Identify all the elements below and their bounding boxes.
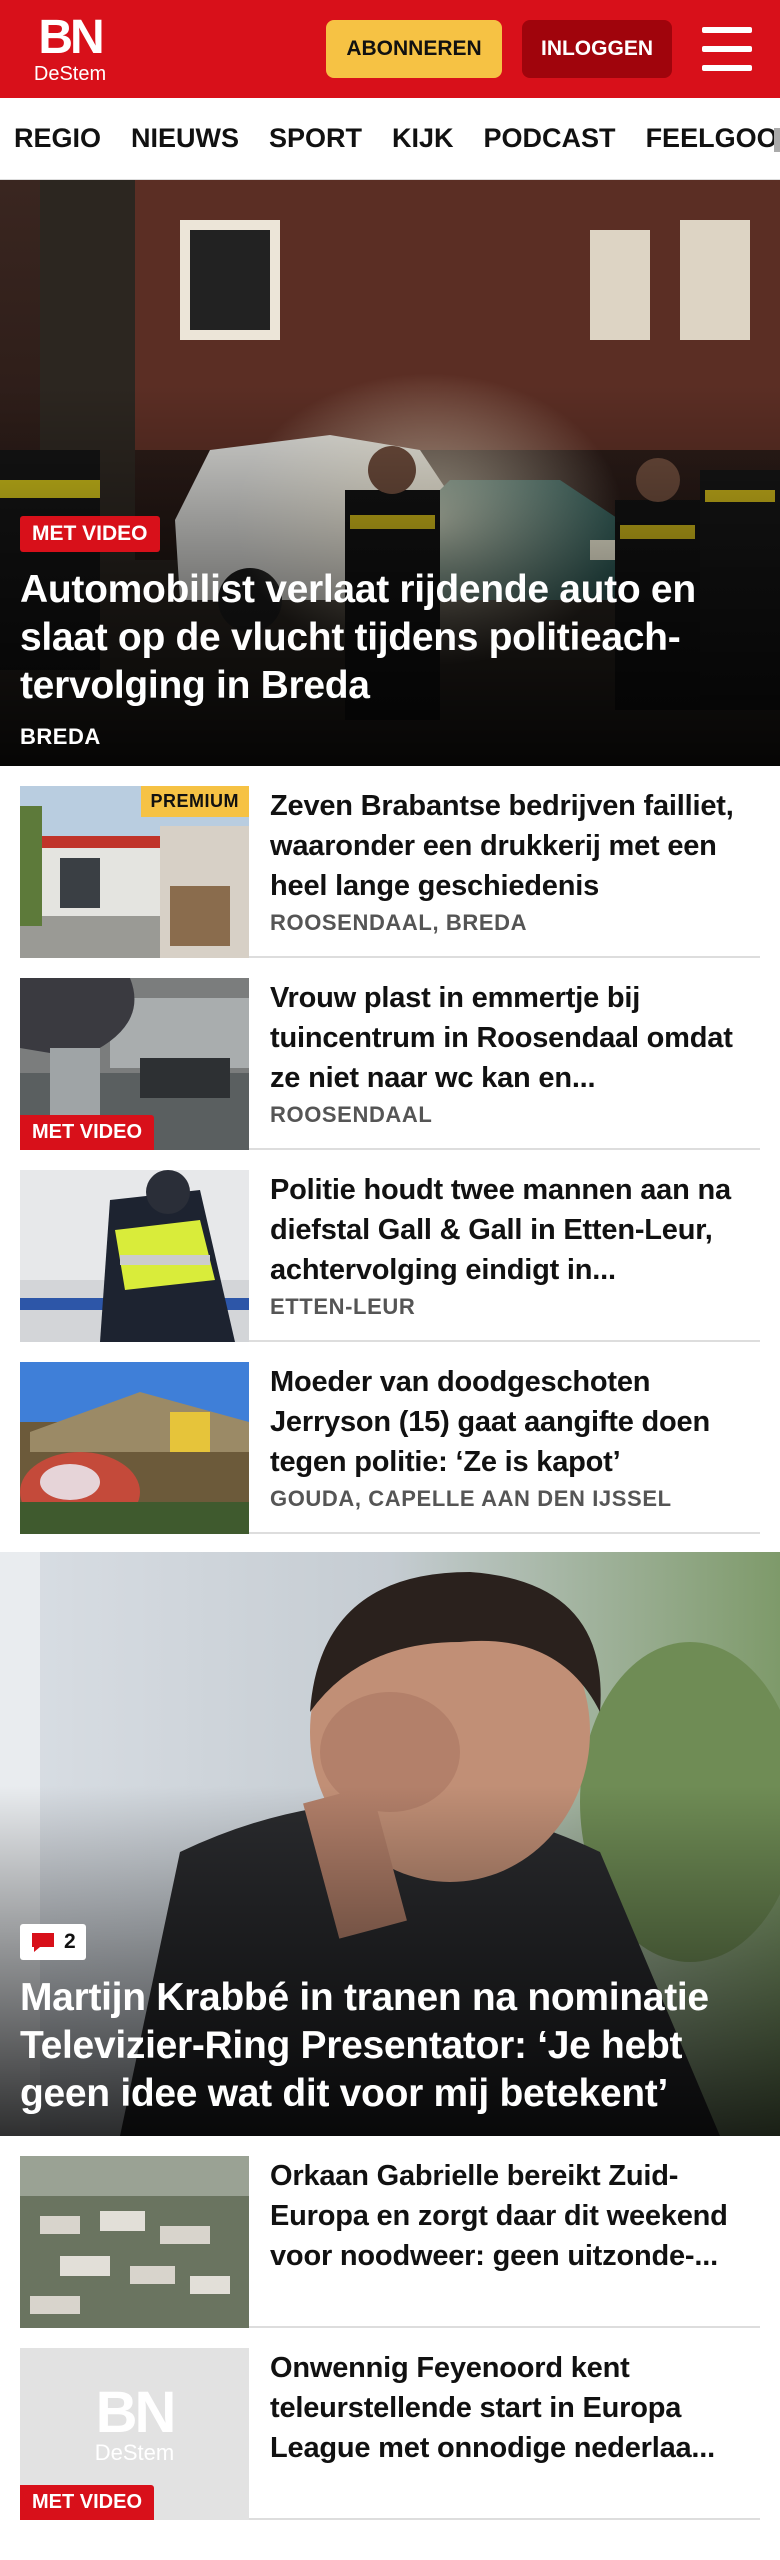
nav-item-feelgood[interactable]: FEELGOOD [646, 123, 780, 154]
list-item[interactable]: Moeder van doodgeschoten Jerryson (15) g… [20, 1342, 760, 1534]
nav-item-kijk[interactable]: KIJK [392, 123, 454, 154]
article-title[interactable]: Onwennig Feyenoord kent teleurstellende … [270, 2348, 760, 2468]
article-location: GOUDA, CAPELLE AAN DEN IJSSEL [270, 1486, 672, 1511]
article-location: ROOSENDAAL [270, 1102, 433, 1127]
article-thumbnail: PREMIUM [20, 786, 249, 958]
video-badge: MET VIDEO [20, 1115, 155, 1150]
comment-count: 2 [64, 1930, 76, 1953]
list-item[interactable]: BN DeStem MET VIDEO Onwennig Feyenoord k… [20, 2328, 760, 2520]
video-badge: MET VIDEO [20, 2485, 155, 2520]
hero-article[interactable]: MET VIDEO Automobilist verlaat rijdende … [0, 180, 780, 766]
hero-2-title[interactable]: Martijn Krabbé in tranen na nominatie Te… [20, 1974, 760, 2118]
article-thumbnail: MET VIDEO [20, 978, 249, 1150]
article-title[interactable]: Politie houdt twee mannen aan na diefsta… [270, 1170, 760, 1290]
top-header: BN DeStem ABONNEREN INLOGGEN [0, 0, 780, 98]
video-badge: MET VIDEO [20, 516, 160, 552]
article-thumbnail [20, 1170, 249, 1342]
article-location: ROOSENDAAL, BREDA [270, 910, 528, 935]
article-list-2: Orkaan Gabrielle bereikt Zuid-Europa en … [0, 2136, 780, 2520]
article-thumbnail: BN DeStem MET VIDEO [20, 2348, 249, 2520]
hero-2-text-block: 2 Martijn Krabbé in tranen na nominatie … [20, 1924, 760, 2118]
nav-item-podcast[interactable]: PODCAST [484, 123, 616, 154]
article-thumbnail [20, 2156, 249, 2328]
article-list: PREMIUM Zeven Brabantse bedrijven failli… [0, 766, 780, 1534]
site-logo[interactable]: BN DeStem [28, 14, 112, 85]
list-item[interactable]: PREMIUM Zeven Brabantse bedrijven failli… [20, 766, 760, 958]
hero-title[interactable]: Automobilist verlaat rijdende auto en sl… [20, 566, 760, 710]
list-item[interactable]: Orkaan Gabrielle bereikt Zuid-Europa en … [20, 2136, 760, 2328]
menu-icon[interactable] [702, 27, 752, 71]
article-title[interactable]: Moeder van doodgeschoten Jerryson (15) g… [270, 1362, 760, 1482]
login-button[interactable]: INLOGGEN [522, 20, 672, 78]
nav-overflow-indicator [774, 128, 780, 152]
article-location: ETTEN-LEUR [270, 1294, 416, 1319]
hero-text-block: MET VIDEO Automobilist verlaat rijdende … [20, 516, 760, 750]
hero-location: BREDA [20, 724, 101, 749]
nav-item-nieuws[interactable]: NIEUWS [131, 123, 239, 154]
nav-item-sport[interactable]: SPORT [269, 123, 362, 154]
article-title[interactable]: Orkaan Gabrielle bereikt Zuid-Europa en … [270, 2156, 760, 2276]
comment-icon [32, 1933, 54, 1952]
subscribe-button[interactable]: ABONNEREN [326, 20, 502, 78]
article-title[interactable]: Zeven Brabantse bedrijven failliet, waar… [270, 786, 760, 906]
list-item[interactable]: MET VIDEO Vrouw plast in emmertje bij tu… [20, 958, 760, 1150]
nav-item-regio[interactable]: REGIO [14, 123, 101, 154]
article-title[interactable]: Vrouw plast in emmertje bij tuincentrum … [270, 978, 760, 1098]
hero-article-2[interactable]: 2 Martijn Krabbé in tranen na nominatie … [0, 1552, 780, 2136]
placeholder-logo: BN DeStem [94, 2380, 177, 2465]
section-nav: REGIO NIEUWS SPORT KIJK PODCAST FEELGOOD [0, 98, 780, 180]
comment-count-badge[interactable]: 2 [20, 1924, 86, 1960]
list-item[interactable]: Politie houdt twee mannen aan na diefsta… [20, 1150, 760, 1342]
premium-badge: PREMIUM [140, 786, 249, 817]
article-thumbnail [20, 1362, 249, 1534]
